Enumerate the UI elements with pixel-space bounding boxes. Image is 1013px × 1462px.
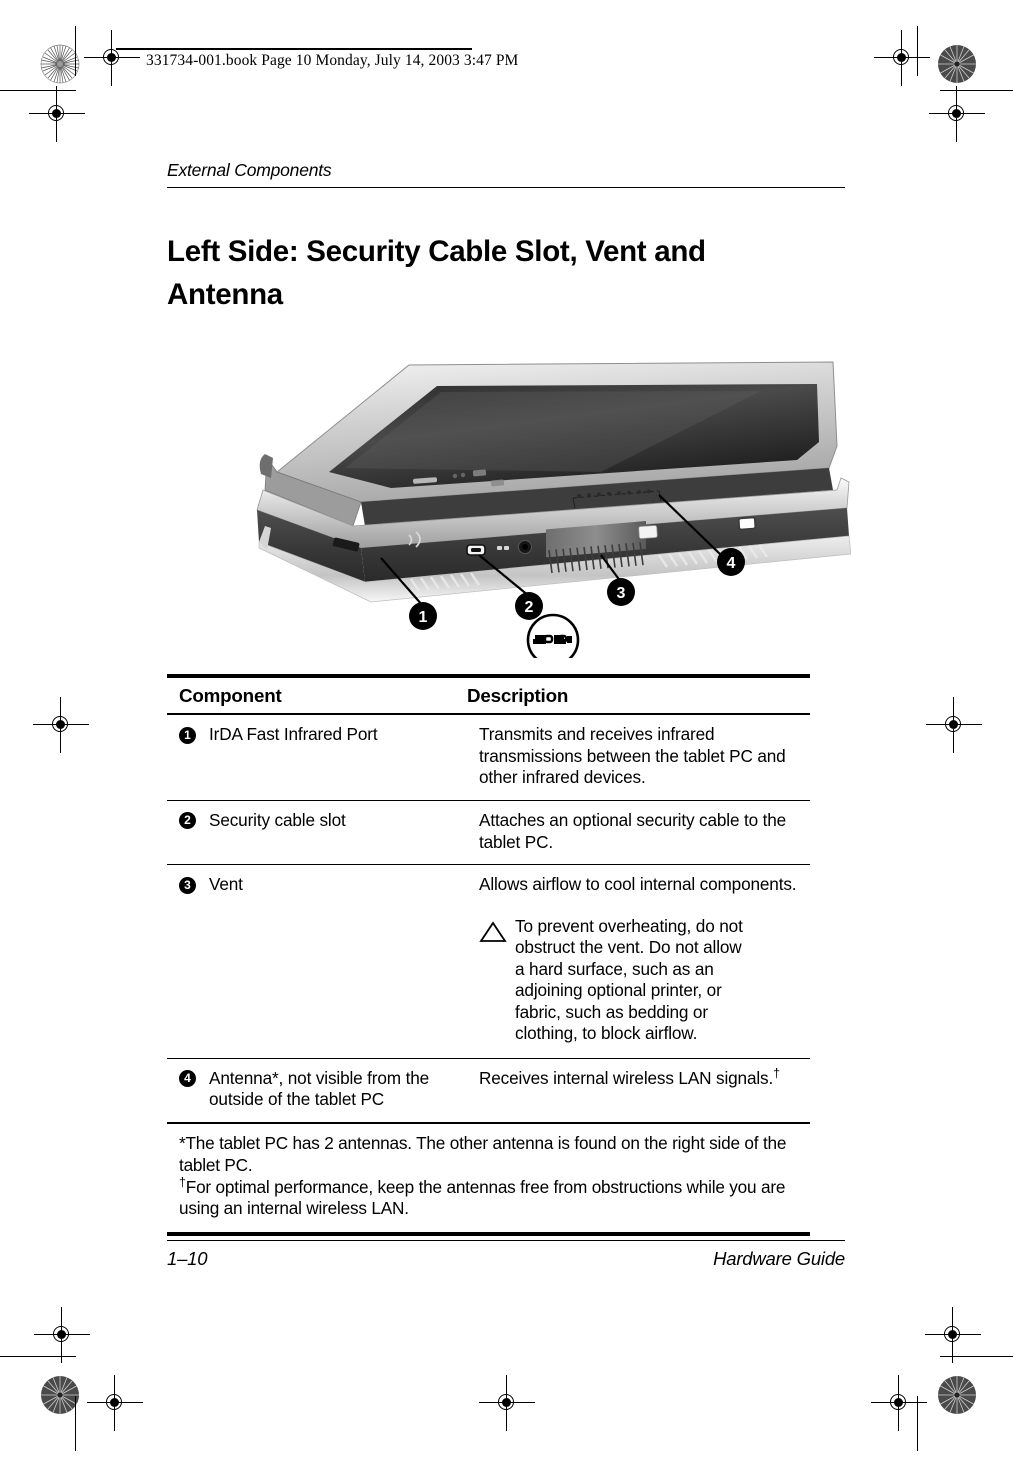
page-content: External Components Left Side: Security … <box>167 160 852 1236</box>
caution-note: To prevent overheating, do not obstruct … <box>479 916 810 1045</box>
table-bottom-rule <box>167 1232 810 1236</box>
security-cable-lock-icon <box>526 614 580 667</box>
row-description-text: Allows airflow to cool internal componen… <box>479 874 797 895</box>
page-footer: 1–10 Hardware Guide <box>167 1240 845 1270</box>
registration-mark-left-lower <box>34 1307 90 1363</box>
starburst-icon <box>938 45 976 83</box>
starburst-icon <box>41 1376 79 1414</box>
registration-mark-left-middle <box>33 697 89 753</box>
row-component-cell: Antenna*, not visible from the outside o… <box>209 1067 430 1110</box>
callout-1-label: 1 <box>419 609 428 626</box>
connector-icon <box>738 517 757 531</box>
row-component-cell: Security cable slot <box>209 810 346 831</box>
callout-badge-4: 4 <box>717 548 745 577</box>
footnote-dagger-text: For optimal performance, keep the antenn… <box>179 1176 786 1219</box>
starburst-mark-top-left <box>40 44 80 84</box>
callout-badge-2: 2 <box>515 592 543 621</box>
tablet-illustration: 1 2 3 4 <box>241 350 852 667</box>
running-head-rule <box>167 187 845 189</box>
footnote-dagger-marker: † <box>179 1174 186 1189</box>
caution-triangle-icon <box>479 921 507 942</box>
footer-guide-name: Hardware Guide <box>713 1248 845 1270</box>
dagger-marker: † <box>773 1066 780 1081</box>
callout-badge-1-table: 1 <box>179 726 196 744</box>
running-head: External Components <box>167 160 332 180</box>
callout-2-label: 2 <box>525 599 534 616</box>
row-description-text: Receives internal wireless LAN signals. <box>479 1067 774 1088</box>
table-row: 3 Vent Allows airflow to cool internal c… <box>167 865 810 1058</box>
callout-badge-3: 3 <box>607 578 635 607</box>
callout-badge-3-table: 3 <box>179 876 196 894</box>
trim-rule-top-left-vert <box>75 26 77 76</box>
registration-mark-top-left-inner <box>84 30 140 86</box>
trim-rule-bottom-left-vert <box>75 1396 77 1451</box>
table-header-row: Component Description <box>167 678 810 714</box>
trim-rule-top-right-vert <box>917 26 919 76</box>
row-number-cell: 2 <box>179 801 209 864</box>
row-description-cell: Transmits and receives infrared transmis… <box>479 724 786 788</box>
hinge-nub <box>259 454 273 479</box>
callout-3-label: 3 <box>617 585 626 602</box>
row-component-cell: Vent <box>209 874 243 895</box>
callout-badge-4-table: 4 <box>179 1070 196 1088</box>
print-header-text: 331734-001.book Page 10 Monday, July 14,… <box>146 52 519 69</box>
table-footnotes: *The tablet PC has 2 antennas. The other… <box>167 1124 810 1232</box>
row-component-cell: IrDA Fast Infrared Port <box>209 724 378 745</box>
registration-mark-bottom-right-inner <box>871 1375 927 1431</box>
row-description-cell: Attaches an optional security cable to t… <box>479 810 787 852</box>
registration-mark-right-middle <box>926 697 982 753</box>
row-description-cell: Receives internal wireless LAN signals.† <box>479 1059 810 1122</box>
starburst-mark-top-right <box>937 44 977 84</box>
callout-badge-1: 1 <box>409 602 437 631</box>
tablet-pc-drawing: 1 2 3 4 <box>256 361 852 667</box>
table-header-description: Description <box>467 684 569 706</box>
row-number-cell: 3 <box>179 865 209 1058</box>
table-row: 4 Antenna*, not visible from the outside… <box>167 1059 810 1122</box>
trim-rule-top-right <box>940 90 1013 92</box>
registration-mark-right-lower <box>925 1307 981 1363</box>
callout-4-label: 4 <box>727 555 736 572</box>
caution-icon-wrap <box>479 916 515 1045</box>
footnote-asterisk: *The tablet PC has 2 antennas. The other… <box>179 1133 787 1175</box>
footer-page-number: 1–10 <box>167 1248 208 1270</box>
starburst-mark-bottom-left <box>40 1375 80 1415</box>
registration-mark-left-upper <box>29 86 85 142</box>
component-table: Component Description 1 IrDA Fast Infrar… <box>167 674 810 1236</box>
print-header-rule <box>116 48 472 50</box>
caution-note-text: To prevent overheating, do not obstruct … <box>515 915 743 1044</box>
footnote-dagger: †For optimal performance, keep the anten… <box>179 1174 810 1221</box>
trim-rule-bottom-right <box>940 1356 1013 1358</box>
row-number-cell: 4 <box>179 1059 209 1122</box>
security-cable-slot <box>466 544 486 557</box>
trim-rule-bottom-left <box>0 1356 76 1358</box>
callout-badge-2-table: 2 <box>179 812 196 830</box>
starburst-mark-bottom-right <box>937 1375 977 1415</box>
starburst-icon <box>40 44 80 84</box>
footer-row: 1–10 Hardware Guide <box>167 1241 845 1270</box>
table-row: 1 IrDA Fast Infrared Port Transmits and … <box>167 715 810 800</box>
starburst-icon <box>938 1376 976 1414</box>
row-number-cell: 1 <box>179 715 209 800</box>
registration-mark-right-upper <box>929 86 985 142</box>
row-description-cell: Allows airflow to cool internal componen… <box>479 865 810 1058</box>
table-row: 2 Security cable slot Attaches an option… <box>167 801 810 864</box>
table-header-component: Component <box>179 684 282 706</box>
page-title: Left Side: Security Cable Slot, Vent and… <box>167 235 706 312</box>
registration-mark-top-right-inner <box>874 30 930 86</box>
registration-mark-bottom-left-inner <box>87 1375 143 1431</box>
figure-left-side-view: 1 2 3 4 <box>167 350 852 667</box>
dock-latch <box>638 525 658 540</box>
trim-rule-bottom-right-vert <box>917 1396 919 1451</box>
trim-rule-top-left <box>0 90 76 92</box>
registration-mark-bottom-center <box>479 1375 535 1431</box>
